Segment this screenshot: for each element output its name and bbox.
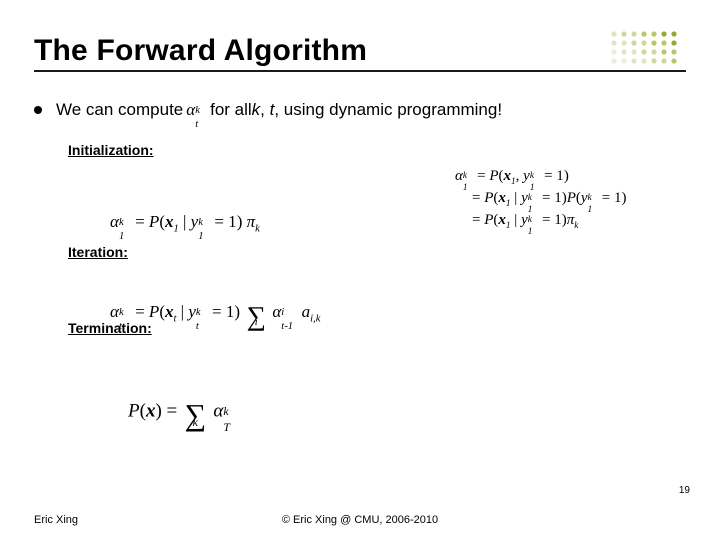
footer-copyright: © Eric Xing @ CMU, 2006-2010 — [34, 514, 686, 526]
bullet-text-post2: , using dynamic programming! — [274, 100, 502, 120]
eq-init-expand-2: = P(x1 | yk1 = 1)P(yk1 = 1) — [472, 190, 627, 207]
corner-dots-decoration — [606, 28, 686, 68]
slide-title: The Forward Algorithm — [34, 34, 367, 68]
eq-init-expand-1: αk1 = P(x1, yk1 = 1) — [455, 168, 569, 185]
label-initialization: Initialization: — [68, 142, 686, 158]
eq-termination: P(x) = ∑k αkT — [128, 400, 237, 431]
bullet-var-k: k — [252, 100, 261, 120]
eq-init-expand-3: = P(x1 | yk1 = 1)πk — [472, 212, 578, 229]
bullet-text-post1: for all — [210, 100, 252, 120]
slide-number: 19 — [679, 485, 690, 496]
label-iteration: Iteration: — [68, 244, 686, 260]
eq-initialization: αk1 = P(x1 | yk1 = 1) πk — [110, 212, 260, 232]
bullet-alpha-symbol: αkt — [186, 100, 207, 120]
bullet-icon — [34, 106, 42, 114]
bullet-1: We can compute αkt for all k , t , using… — [34, 100, 686, 120]
bullet-text-pre: We can compute — [56, 100, 183, 120]
footer: Eric Xing © Eric Xing @ CMU, 2006-2010 — [34, 514, 686, 526]
eq-iteration: αkt = P(xt | ykt = 1) ∑i αit-1 ai,k — [110, 302, 320, 330]
